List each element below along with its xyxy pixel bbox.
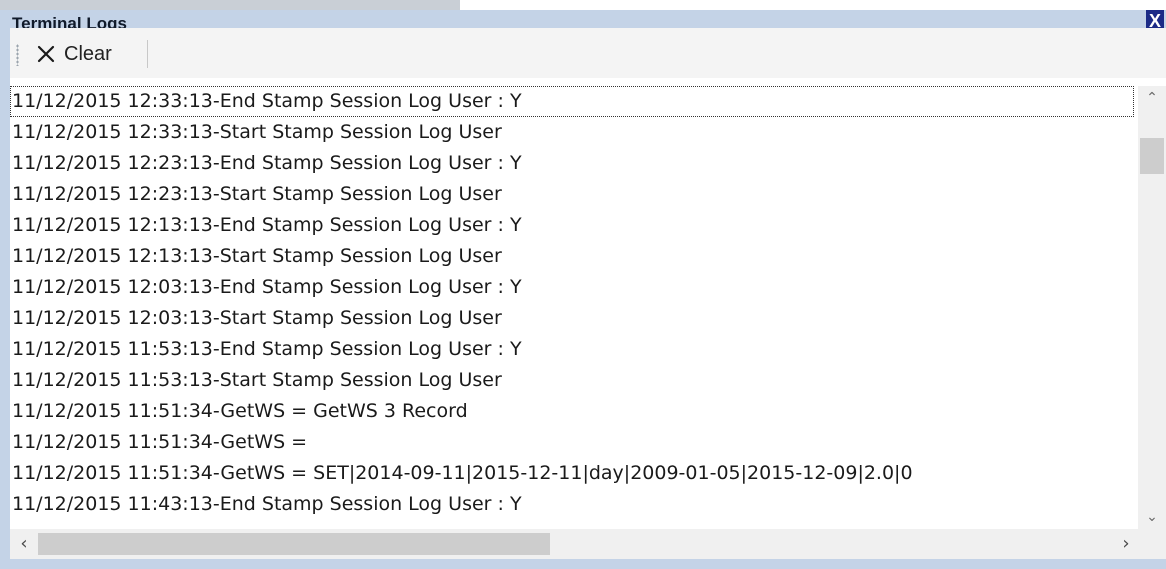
vertical-scrollbar[interactable]: ⌃ ⌄ — [1138, 86, 1166, 529]
log-row[interactable]: 11/12/2015 11:53:13-End Stamp Session Lo… — [10, 334, 1134, 365]
horizontal-scroll-thumb[interactable] — [38, 533, 550, 555]
horizontal-scrollbar[interactable]: ‹ › — [10, 529, 1140, 559]
clear-button[interactable]: Clear — [36, 40, 112, 68]
log-row[interactable]: 11/12/2015 12:33:13-End Stamp Session Lo… — [10, 86, 1134, 117]
log-row[interactable]: 11/12/2015 12:13:13-Start Stamp Session … — [10, 241, 1134, 272]
log-list-box[interactable]: 11/12/2015 12:33:13-End Stamp Session Lo… — [10, 78, 1166, 559]
log-row[interactable]: 11/12/2015 12:33:13-Start Stamp Session … — [10, 117, 1134, 148]
log-row[interactable]: 11/12/2015 11:51:34-GetWS = GetWS 3 Reco… — [10, 396, 1134, 427]
log-row[interactable]: 11/12/2015 11:43:13-End Stamp Session Lo… — [10, 489, 1134, 520]
log-list: 11/12/2015 12:33:13-End Stamp Session Lo… — [10, 86, 1134, 529]
background-strip — [0, 0, 1166, 10]
scrollbar-corner — [1130, 529, 1166, 559]
log-row[interactable]: 11/12/2015 11:51:34-GetWS = — [10, 427, 1134, 458]
scroll-left-arrow-icon[interactable]: ‹ — [10, 529, 38, 559]
log-row[interactable]: 11/12/2015 11:53:13-Start Stamp Session … — [10, 365, 1134, 396]
scroll-down-arrow-icon[interactable]: ⌄ — [1138, 505, 1166, 529]
vertical-scroll-thumb[interactable] — [1140, 138, 1164, 174]
background-window-edge — [0, 0, 460, 10]
log-row[interactable]: 11/12/2015 12:23:13-End Stamp Session Lo… — [10, 148, 1134, 179]
log-row[interactable]: 11/12/2015 11:51:34-GetWS = SET|2014-09-… — [10, 458, 1134, 489]
log-row[interactable]: 11/12/2015 12:23:13-Start Stamp Session … — [10, 179, 1134, 210]
toolbar-separator — [147, 40, 148, 68]
scroll-up-arrow-icon[interactable]: ⌃ — [1138, 86, 1166, 110]
close-x-icon — [37, 45, 55, 63]
log-row[interactable]: 11/12/2015 12:13:13-End Stamp Session Lo… — [10, 210, 1134, 241]
log-row[interactable]: 11/12/2015 12:03:13-Start Stamp Session … — [10, 303, 1134, 334]
log-row[interactable]: 11/12/2015 12:03:13-End Stamp Session Lo… — [10, 272, 1134, 303]
clear-button-label: Clear — [64, 42, 112, 65]
toolbar-grip-icon[interactable] — [16, 44, 19, 66]
toolbar: Clear — [10, 28, 1166, 78]
